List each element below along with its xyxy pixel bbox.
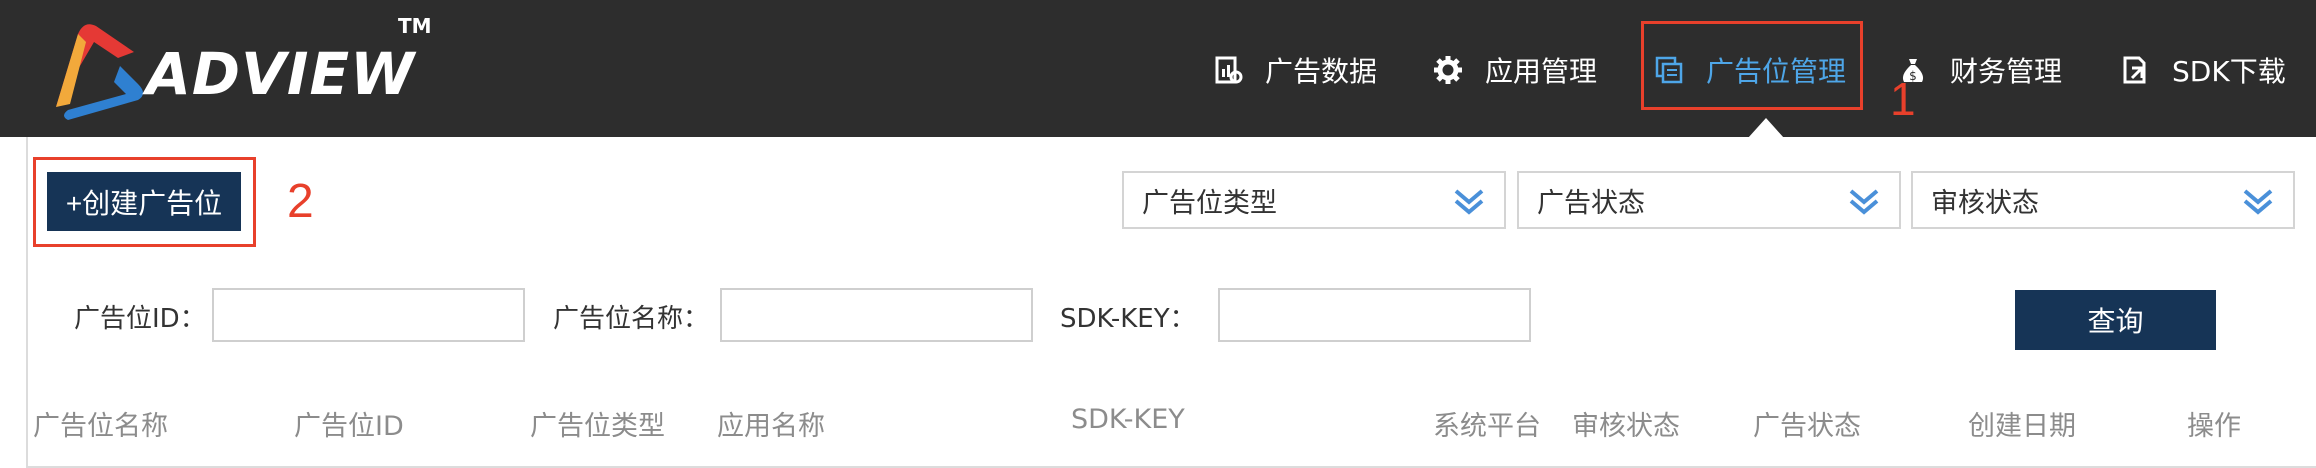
double-chevron-down-icon xyxy=(1454,189,1484,215)
create-ad-slot-button[interactable]: +创建广告位 xyxy=(47,172,241,231)
column-header-actions[interactable]: 操作 xyxy=(2187,404,2241,443)
select-value: 广告状态 xyxy=(1537,187,1645,219)
ad-status-select[interactable]: 广告状态 xyxy=(1517,171,1901,229)
download-doc-icon xyxy=(2120,55,2150,85)
annotation-box-nav xyxy=(1641,21,1863,110)
double-chevron-down-icon xyxy=(1849,189,1879,215)
adview-logo[interactable]: ADVIEW TM xyxy=(38,12,438,124)
column-header-sdk-key[interactable]: SDK-KEY xyxy=(1071,404,1185,435)
slot-type-select[interactable]: 广告位类型 xyxy=(1122,171,1506,229)
select-value: 审核状态 xyxy=(1931,187,2039,219)
annotation-number-1: 1 xyxy=(1890,73,1916,125)
sdk-key-input[interactable] xyxy=(1218,288,1531,342)
gear-icon xyxy=(1433,55,1463,85)
slot-id-input[interactable] xyxy=(212,288,525,342)
logo-wordmark: ADVIEW xyxy=(146,40,416,108)
column-header-review-status[interactable]: 审核状态 xyxy=(1572,404,1680,443)
chart-report-icon xyxy=(1213,55,1243,85)
column-header-platform[interactable]: 系统平台 xyxy=(1433,404,1541,443)
slot-name-input[interactable] xyxy=(720,288,1033,342)
review-status-select[interactable]: 审核状态 xyxy=(1911,171,2295,229)
column-header-app-name[interactable]: 应用名称 xyxy=(717,404,825,443)
active-nav-pointer xyxy=(1748,118,1784,138)
slot-name-label: 广告位名称： xyxy=(553,304,710,334)
nav-item-finance-management[interactable]: $ 财务管理 xyxy=(1898,44,2062,96)
column-header-ad-status[interactable]: 广告状态 xyxy=(1753,404,1861,443)
trademark-mark: TM xyxy=(398,14,432,38)
nav-label: 财务管理 xyxy=(1950,55,2063,88)
column-header-slot-id[interactable]: 广告位ID xyxy=(294,404,404,443)
nav-item-app-management[interactable]: 应用管理 xyxy=(1433,44,1597,96)
sdk-key-label: SDK-KEY： xyxy=(1060,304,1196,334)
double-chevron-down-icon xyxy=(2243,189,2273,215)
column-header-created-date[interactable]: 创建日期 xyxy=(1968,404,2076,443)
nav-item-ad-data[interactable]: 广告数据 xyxy=(1213,44,1377,96)
column-header-slot-type[interactable]: 广告位类型 xyxy=(530,404,665,443)
slot-id-label: 广告位ID： xyxy=(74,304,206,334)
logo-mark-icon xyxy=(56,24,143,120)
nav-label: SDK下载 xyxy=(2172,55,2286,88)
top-navigation-bar: ADVIEW TM 广告数据 应用管理 广告位管理 $ 财务管理 SDK下载 xyxy=(0,0,2316,138)
column-header-slot-name[interactable]: 广告位名称 xyxy=(33,404,168,443)
annotation-number-2: 2 xyxy=(287,175,314,228)
nav-item-sdk-download[interactable]: SDK下载 xyxy=(2120,44,2286,96)
nav-label: 应用管理 xyxy=(1485,55,1598,88)
query-button[interactable]: 查询 xyxy=(2015,290,2216,350)
select-value: 广告位类型 xyxy=(1142,187,1277,219)
nav-label: 广告数据 xyxy=(1265,55,1378,88)
